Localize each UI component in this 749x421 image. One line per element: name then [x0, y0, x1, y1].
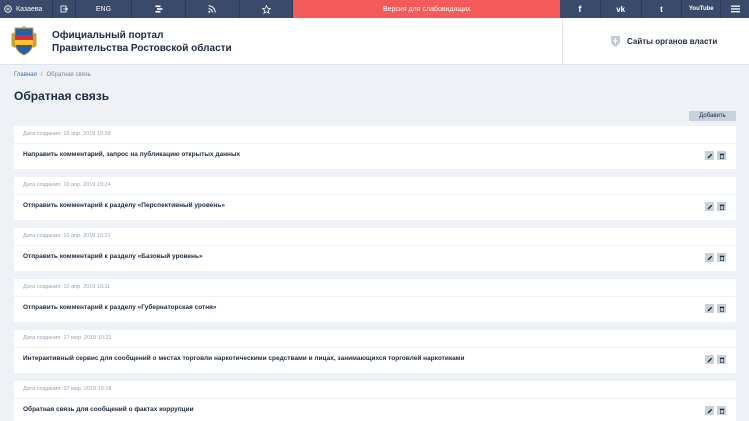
card-title[interactable]: Отправить комментарий к разделу «Губерна… — [23, 304, 217, 311]
pencil-icon — [707, 153, 712, 158]
trash-icon — [719, 408, 724, 414]
page-title: Обратная связь — [14, 89, 110, 103]
star-icon — [261, 4, 271, 14]
user-button[interactable]: Казаева — [0, 0, 53, 18]
feedback-card: Дата создания: 10 апр. 2019 15:21 Отправ… — [14, 228, 736, 271]
site-header: Официальный портал Правительства Ростовс… — [0, 18, 749, 65]
card-divider — [14, 296, 736, 297]
card-title[interactable]: Отправить комментарий к разделу «Базовый… — [23, 253, 203, 260]
feedback-card: Дата создания: 10 апр. 2019 15:11 Отправ… — [14, 279, 736, 322]
menu-button[interactable] — [721, 0, 749, 18]
vk-icon: vk — [616, 4, 626, 14]
english-label: ENG — [95, 5, 112, 13]
feedback-card: Дата создания: 27 мар. 2019 10:18 Обратн… — [14, 381, 736, 421]
delete-button[interactable] — [717, 202, 726, 211]
edit-button[interactable] — [705, 202, 714, 211]
card-date: Дата создания: 10 апр. 2019 15:24 — [23, 182, 111, 188]
trash-icon — [719, 153, 724, 159]
card-actions — [705, 151, 726, 160]
card-actions — [705, 253, 726, 262]
government-sites-label: Сайты органов власти — [627, 36, 718, 46]
delete-button[interactable] — [717, 304, 726, 313]
card-date: Дата создания: 27 мар. 2019 10:18 — [23, 386, 112, 392]
facebook-link[interactable]: f — [560, 0, 601, 18]
card-divider — [14, 347, 736, 348]
card-divider — [14, 143, 736, 144]
facebook-icon: f — [578, 4, 582, 14]
feedback-card: Дата создания: 10 апр. 2019 15:24 Отправ… — [14, 177, 736, 220]
card-date: Дата создания: 10 апр. 2019 15:21 — [23, 233, 111, 239]
government-sites-link[interactable]: Сайты органов власти — [610, 35, 717, 47]
card-title[interactable]: Интерактивный сервис для сообщений о мес… — [23, 355, 465, 362]
card-date: Дата создания: 10 апр. 2019 15:11 — [23, 284, 111, 290]
coat-of-arms-icon[interactable] — [11, 26, 37, 56]
emblem-icon — [611, 36, 620, 47]
pencil-icon — [707, 408, 712, 413]
card-divider — [14, 194, 736, 195]
delete-button[interactable] — [717, 151, 726, 160]
low-vision-label: Версия для слабовидящих — [382, 5, 471, 13]
top-bar: Казаева ENG Версия для слабовидящих f vk… — [0, 0, 749, 18]
header-divider — [562, 18, 563, 65]
breadcrumb: Главная / Обратная связь — [14, 72, 91, 78]
card-title[interactable]: Направить комментарий, запрос на публика… — [23, 151, 240, 158]
trash-icon — [719, 357, 724, 363]
card-title[interactable]: Обратная связь для сообщений о фактах ко… — [23, 406, 194, 413]
trash-icon — [719, 204, 724, 210]
low-vision-version-button[interactable]: Версия для слабовидящих — [293, 0, 561, 18]
feedback-card: Дата создания: 27 мар. 2019 10:21 Интера… — [14, 330, 736, 373]
rss-button[interactable] — [186, 0, 240, 18]
card-divider — [14, 245, 736, 246]
add-button[interactable]: Добавить — [689, 111, 736, 121]
breadcrumb-current: Обратная связь — [46, 72, 91, 78]
english-version-link[interactable]: ENG — [76, 0, 133, 18]
logout-button[interactable] — [53, 0, 76, 18]
youtube-icon: YouTube — [688, 6, 714, 12]
rss-icon — [208, 5, 217, 13]
portal-title[interactable]: Официальный портал Правительства Ростовс… — [52, 29, 232, 55]
pencil-icon — [707, 204, 712, 209]
logout-icon — [60, 5, 68, 13]
twitter-link[interactable]: t — [642, 0, 683, 18]
edit-button[interactable] — [705, 406, 714, 415]
portal-title-line1: Официальный портал — [52, 30, 164, 41]
feedback-card: Дата создания: 19 апр. 2019 15:28 Направ… — [14, 126, 736, 169]
trash-icon — [719, 255, 724, 261]
card-actions — [705, 304, 726, 313]
card-divider — [14, 398, 736, 399]
favorites-button[interactable] — [240, 0, 294, 18]
user-icon — [4, 5, 12, 13]
vk-link[interactable]: vk — [601, 0, 642, 18]
pencil-icon — [707, 255, 712, 260]
structure-button[interactable] — [132, 0, 187, 18]
user-name: Казаева — [16, 5, 43, 13]
breadcrumb-home[interactable]: Главная — [14, 72, 37, 78]
hamburger-icon — [730, 5, 740, 13]
delete-button[interactable] — [717, 406, 726, 415]
card-actions — [705, 202, 726, 211]
edit-button[interactable] — [705, 355, 714, 364]
pencil-icon — [707, 306, 712, 311]
edit-button[interactable] — [705, 253, 714, 262]
edit-button[interactable] — [705, 304, 714, 313]
youtube-link[interactable]: YouTube — [682, 0, 722, 18]
delete-button[interactable] — [717, 253, 726, 262]
structure-icon — [155, 5, 163, 13]
card-title[interactable]: Отправить комментарий к разделу «Перспек… — [23, 202, 225, 209]
pencil-icon — [707, 357, 712, 362]
delete-button[interactable] — [717, 355, 726, 364]
card-actions — [705, 406, 726, 415]
trash-icon — [719, 306, 724, 312]
portal-title-line2: Правительства Ростовской области — [52, 43, 232, 54]
card-date: Дата создания: 27 мар. 2019 10:21 — [23, 335, 112, 341]
edit-button[interactable] — [705, 151, 714, 160]
card-date: Дата создания: 19 апр. 2019 15:28 — [23, 131, 111, 137]
card-actions — [705, 355, 726, 364]
twitter-icon: t — [660, 4, 663, 14]
breadcrumb-separator: / — [40, 72, 43, 78]
